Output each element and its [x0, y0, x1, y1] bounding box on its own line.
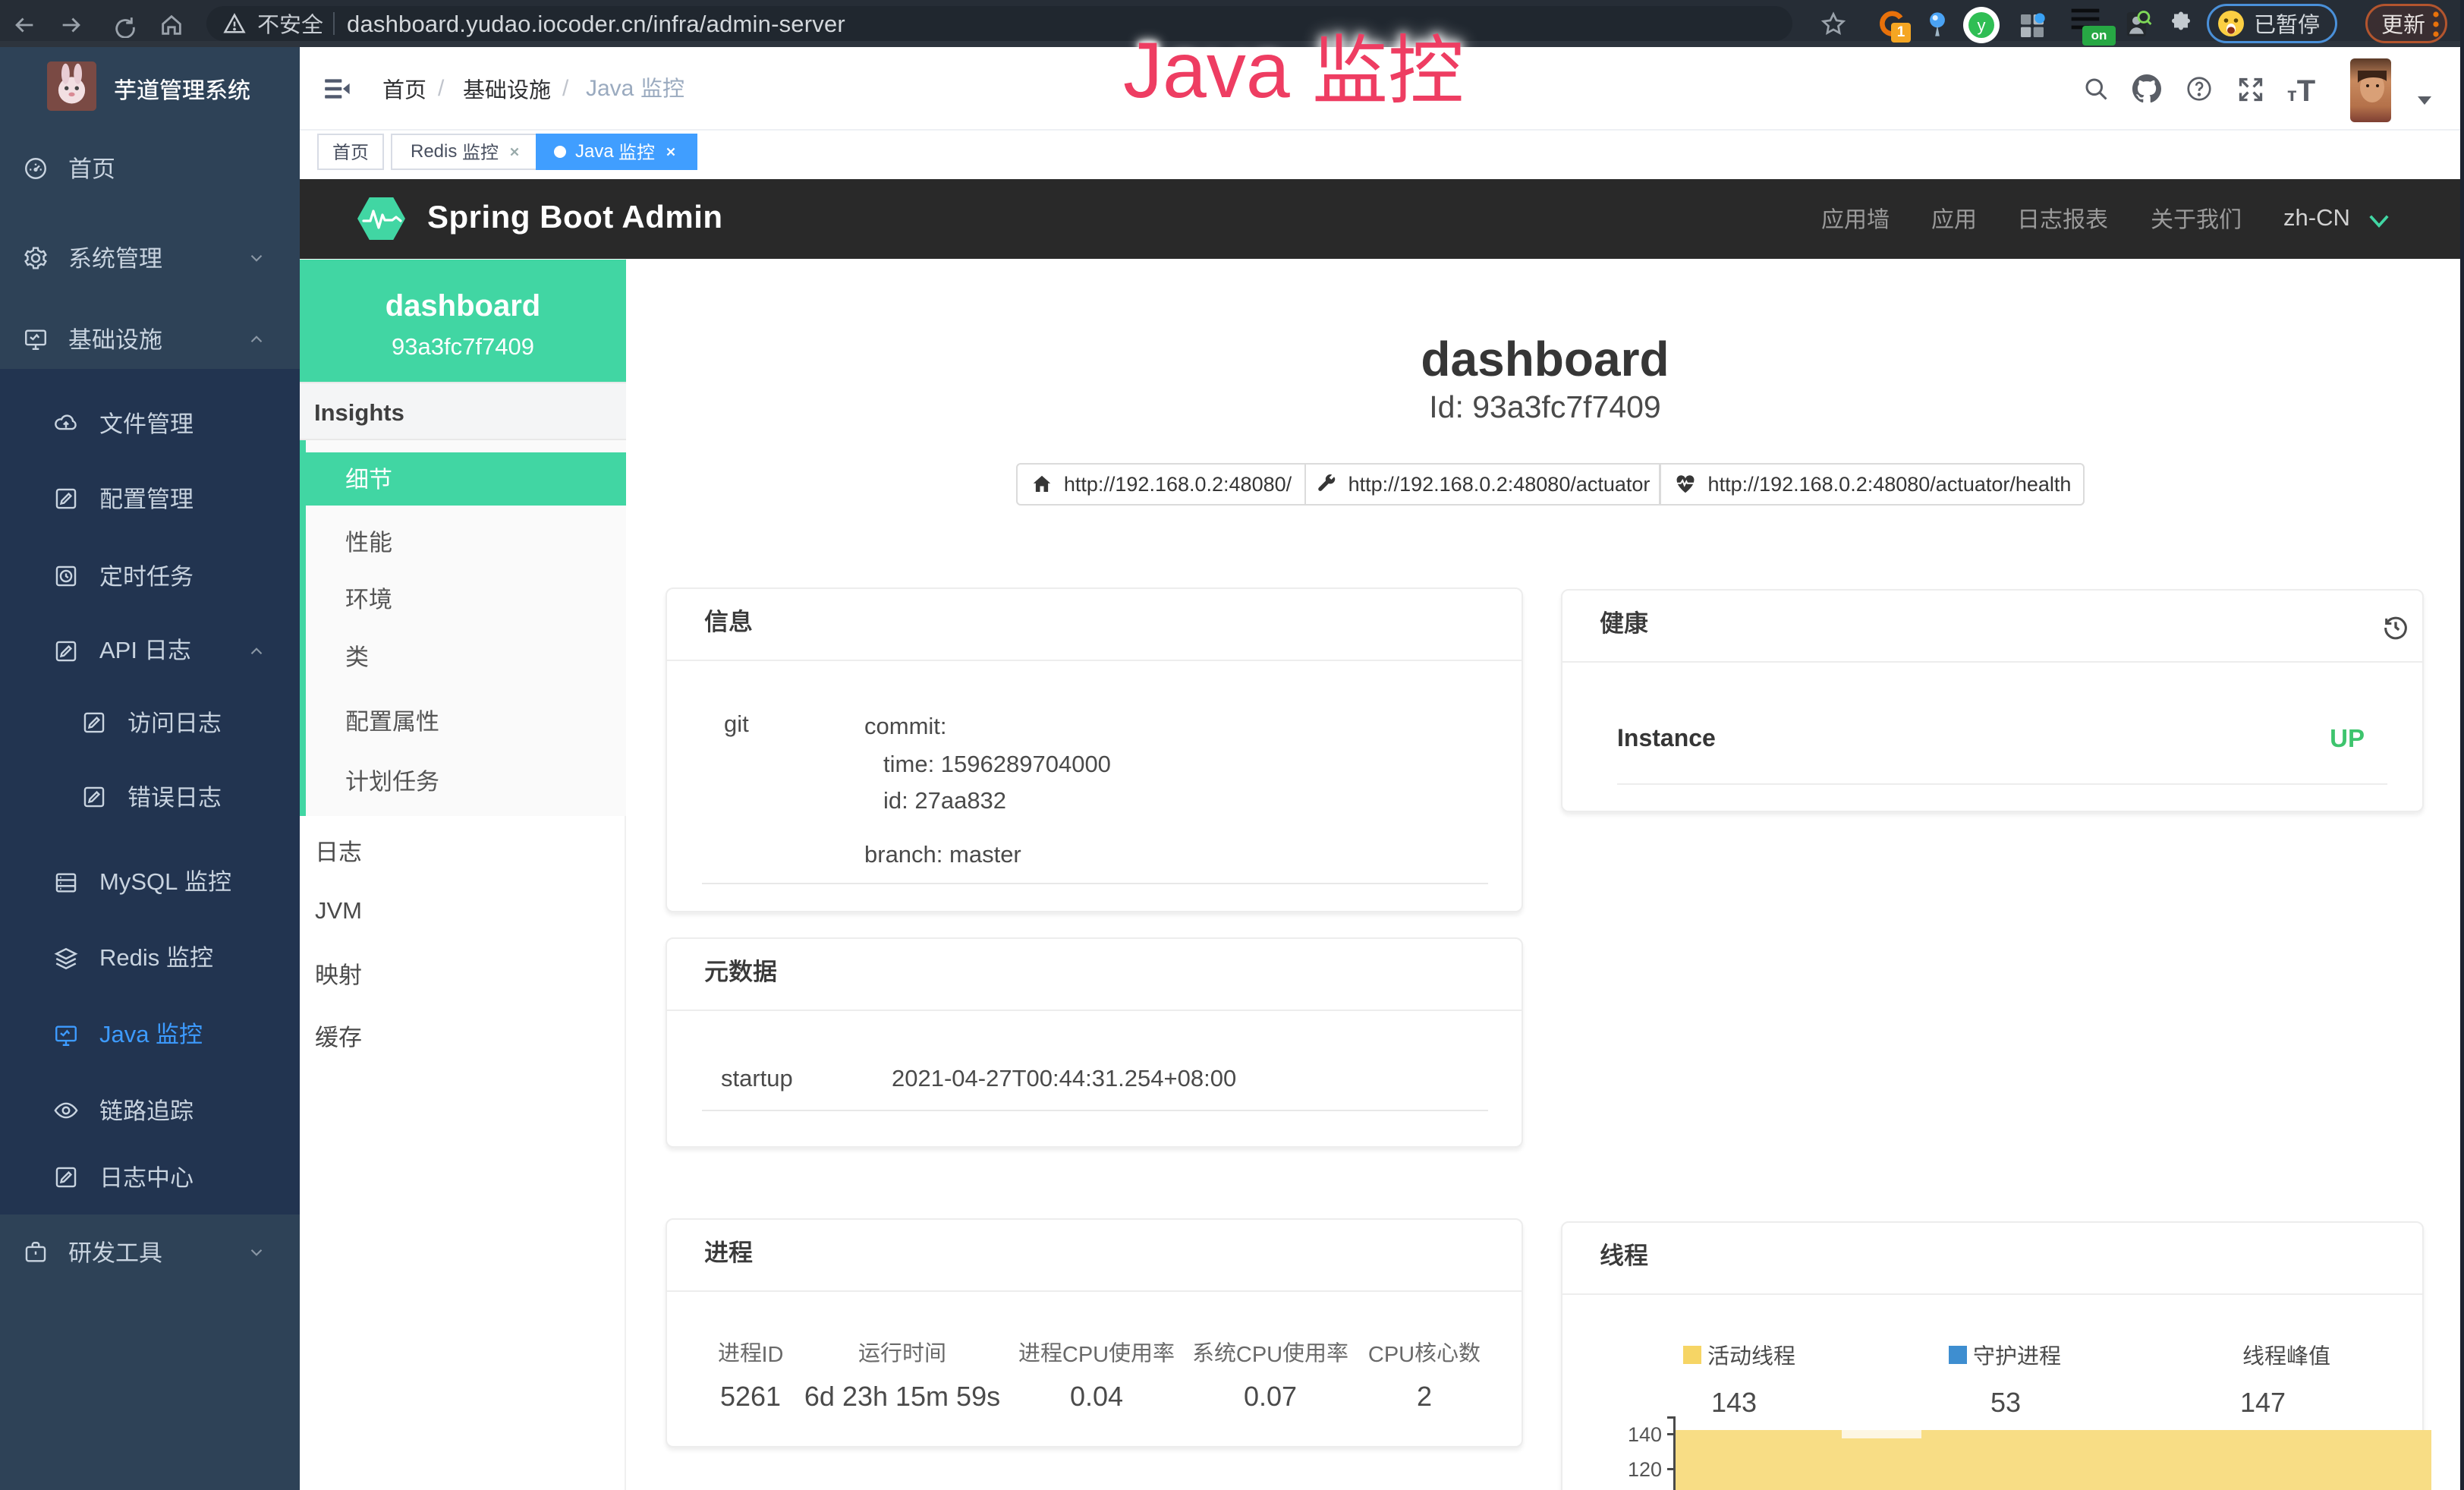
- svg-text:y: y: [1978, 16, 1986, 35]
